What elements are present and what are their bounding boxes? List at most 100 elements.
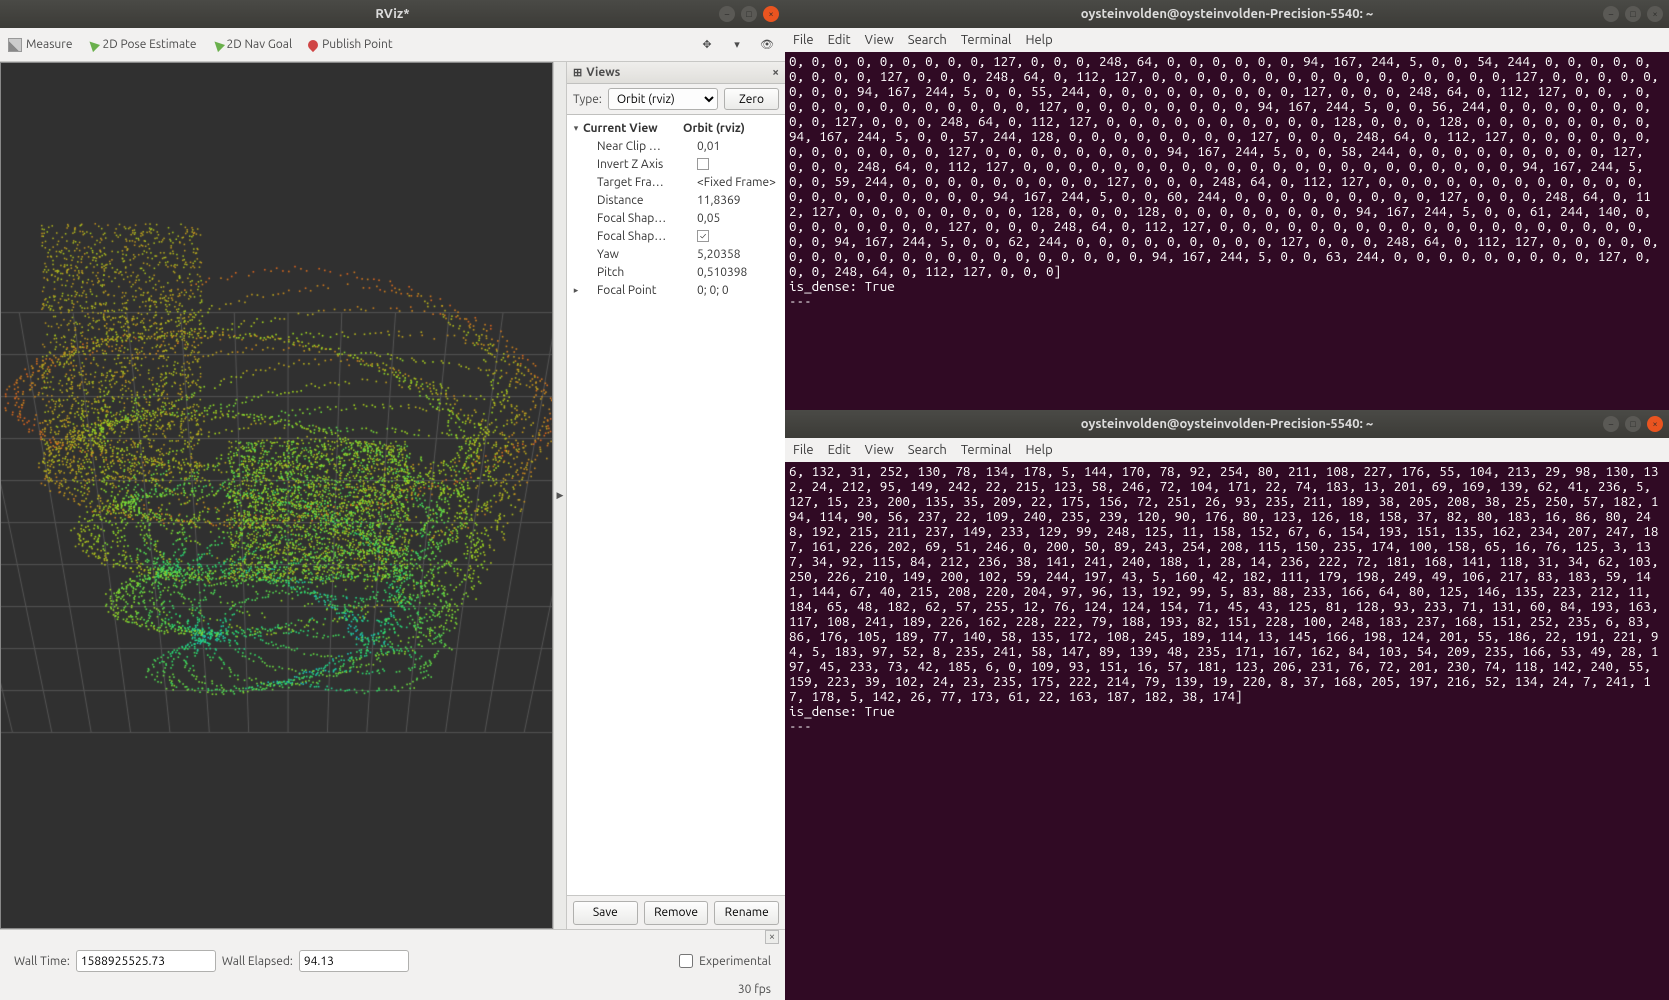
minimize-icon[interactable]: – bbox=[1603, 416, 1619, 432]
tool-measure-label: Measure bbox=[26, 38, 72, 51]
menu-search[interactable]: Search bbox=[908, 33, 947, 47]
panel-close-icon[interactable]: × bbox=[772, 66, 779, 79]
current-view-value: Orbit (rviz) bbox=[679, 122, 783, 135]
type-label: Type: bbox=[573, 93, 602, 106]
property-label: Distance bbox=[583, 194, 693, 207]
remove-button[interactable]: Remove bbox=[644, 901, 709, 925]
view-type-select[interactable]: Orbit (rviz) bbox=[608, 88, 718, 110]
menu-edit[interactable]: Edit bbox=[828, 33, 851, 47]
property-row[interactable]: Pitch0,510398 bbox=[569, 263, 783, 281]
current-view-label: Current View bbox=[583, 122, 679, 135]
menu-terminal[interactable]: Terminal bbox=[961, 33, 1012, 47]
property-value[interactable] bbox=[693, 158, 783, 171]
rviz-3d-viewport[interactable] bbox=[0, 62, 553, 929]
menu-view[interactable]: View bbox=[865, 443, 894, 457]
arrow-icon bbox=[86, 37, 100, 51]
close-icon[interactable]: × bbox=[1647, 6, 1663, 22]
property-row[interactable]: Yaw5,20358 bbox=[569, 245, 783, 263]
tool-nav-goal[interactable]: 2D Nav Goal bbox=[213, 38, 293, 51]
chevron-right-icon: ▶ bbox=[557, 490, 564, 501]
terminal1-title: oysteinvolden@oysteinvolden-Precision-55… bbox=[785, 7, 1669, 21]
property-value[interactable]: 0,510398 bbox=[693, 266, 783, 279]
property-label: Near Clip … bbox=[583, 140, 693, 153]
property-label: Yaw bbox=[583, 248, 693, 261]
arrow-icon bbox=[210, 37, 224, 51]
tool-pose-estimate[interactable]: 2D Pose Estimate bbox=[88, 38, 196, 51]
menu-view[interactable]: View bbox=[865, 33, 894, 47]
measure-icon bbox=[8, 38, 22, 52]
panel-icon: ⊞ bbox=[573, 66, 582, 79]
property-row[interactable]: Invert Z Axis bbox=[569, 155, 783, 173]
rviz-title: RViz* bbox=[0, 7, 785, 21]
property-label: Focal Shap… bbox=[583, 230, 693, 243]
rviz-titlebar: RViz* – □ × bbox=[0, 0, 785, 28]
checkbox-icon[interactable] bbox=[697, 158, 709, 170]
maximize-icon[interactable]: □ bbox=[1625, 416, 1641, 432]
property-label: Pitch bbox=[583, 266, 693, 279]
views-panel-header: ⊞ Views × bbox=[567, 62, 785, 84]
property-label: Target Fra… bbox=[583, 176, 693, 189]
terminal2-titlebar: oysteinvolden@oysteinvolden-Precision-55… bbox=[785, 410, 1669, 438]
property-label: Invert Z Axis bbox=[583, 158, 693, 171]
menu-help[interactable]: Help bbox=[1025, 33, 1052, 47]
expand-icon[interactable]: ▾ bbox=[569, 123, 583, 134]
wall-elapsed-label: Wall Elapsed: bbox=[222, 955, 293, 968]
statusbar-close-icon[interactable]: × bbox=[765, 930, 779, 944]
property-row[interactable]: ▸Focal Point0; 0; 0 bbox=[569, 281, 783, 299]
maximize-icon[interactable]: □ bbox=[1625, 6, 1641, 22]
terminal2-content[interactable]: 6, 132, 31, 252, 130, 78, 134, 178, 5, 1… bbox=[785, 462, 1669, 1000]
property-label: Focal Shap… bbox=[583, 212, 693, 225]
eye-icon[interactable]: 👁 bbox=[757, 35, 777, 55]
menu-file[interactable]: File bbox=[793, 443, 814, 457]
minimize-icon[interactable]: – bbox=[719, 6, 735, 22]
maximize-icon[interactable]: □ bbox=[741, 6, 757, 22]
property-row[interactable]: Near Clip …0,01 bbox=[569, 137, 783, 155]
property-value[interactable]: ✓ bbox=[693, 230, 783, 243]
terminal1-menubar: File Edit View Search Terminal Help bbox=[785, 28, 1669, 52]
menu-terminal[interactable]: Terminal bbox=[961, 443, 1012, 457]
tool-publish-point[interactable]: Publish Point bbox=[308, 38, 392, 51]
expand-icon[interactable]: ▸ bbox=[569, 285, 583, 296]
terminal2-menubar: File Edit View Search Terminal Help bbox=[785, 438, 1669, 462]
select-icon[interactable]: ▾ bbox=[727, 35, 747, 55]
menu-help[interactable]: Help bbox=[1025, 443, 1052, 457]
save-button[interactable]: Save bbox=[573, 901, 638, 925]
move-camera-icon[interactable]: ✥ bbox=[697, 35, 717, 55]
experimental-label: Experimental bbox=[699, 955, 771, 968]
wall-elapsed-input[interactable] bbox=[299, 950, 409, 972]
property-value[interactable]: 5,20358 bbox=[693, 248, 783, 261]
terminal1-content[interactable]: 0, 0, 0, 0, 0, 0, 0, 0, 0, 127, 0, 0, 0,… bbox=[785, 52, 1669, 410]
fps-label: 30 fps bbox=[738, 983, 771, 996]
panel-divider[interactable]: ▶ bbox=[553, 62, 567, 929]
property-value[interactable]: 0; 0; 0 bbox=[693, 284, 783, 297]
tool-measure[interactable]: Measure bbox=[8, 38, 72, 52]
property-value[interactable]: 0,01 bbox=[693, 140, 783, 153]
wall-time-label: Wall Time: bbox=[14, 955, 70, 968]
close-icon[interactable]: × bbox=[1647, 416, 1663, 432]
property-row[interactable]: Focal Shap…0,05 bbox=[569, 209, 783, 227]
property-value[interactable]: <Fixed Frame> bbox=[693, 176, 783, 189]
property-label: Focal Point bbox=[583, 284, 693, 297]
experimental-checkbox[interactable] bbox=[679, 954, 693, 968]
menu-search[interactable]: Search bbox=[908, 443, 947, 457]
property-value[interactable]: 11,8369 bbox=[693, 194, 783, 207]
minimize-icon[interactable]: – bbox=[1603, 6, 1619, 22]
close-icon[interactable]: × bbox=[763, 6, 779, 22]
menu-edit[interactable]: Edit bbox=[828, 443, 851, 457]
tool-pose-label: 2D Pose Estimate bbox=[102, 38, 196, 51]
rename-button[interactable]: Rename bbox=[714, 901, 779, 925]
checkbox-icon[interactable]: ✓ bbox=[697, 230, 709, 242]
property-value[interactable]: 0,05 bbox=[693, 212, 783, 225]
views-header-label: Views bbox=[586, 66, 620, 79]
pin-icon bbox=[306, 37, 320, 51]
terminal1-titlebar: oysteinvolden@oysteinvolden-Precision-55… bbox=[785, 0, 1669, 28]
property-row[interactable]: Focal Shap… ✓ bbox=[569, 227, 783, 245]
zero-button[interactable]: Zero bbox=[724, 88, 779, 110]
property-row[interactable]: Target Fra…<Fixed Frame> bbox=[569, 173, 783, 191]
menu-file[interactable]: File bbox=[793, 33, 814, 47]
property-row[interactable]: Distance11,8369 bbox=[569, 191, 783, 209]
tool-publish-label: Publish Point bbox=[322, 38, 392, 51]
view-properties-tree[interactable]: ▾ Current View Orbit (rviz) Near Clip …0… bbox=[567, 114, 785, 895]
rviz-toolbar: Measure 2D Pose Estimate 2D Nav Goal Pub… bbox=[0, 28, 785, 62]
wall-time-input[interactable] bbox=[76, 950, 216, 972]
